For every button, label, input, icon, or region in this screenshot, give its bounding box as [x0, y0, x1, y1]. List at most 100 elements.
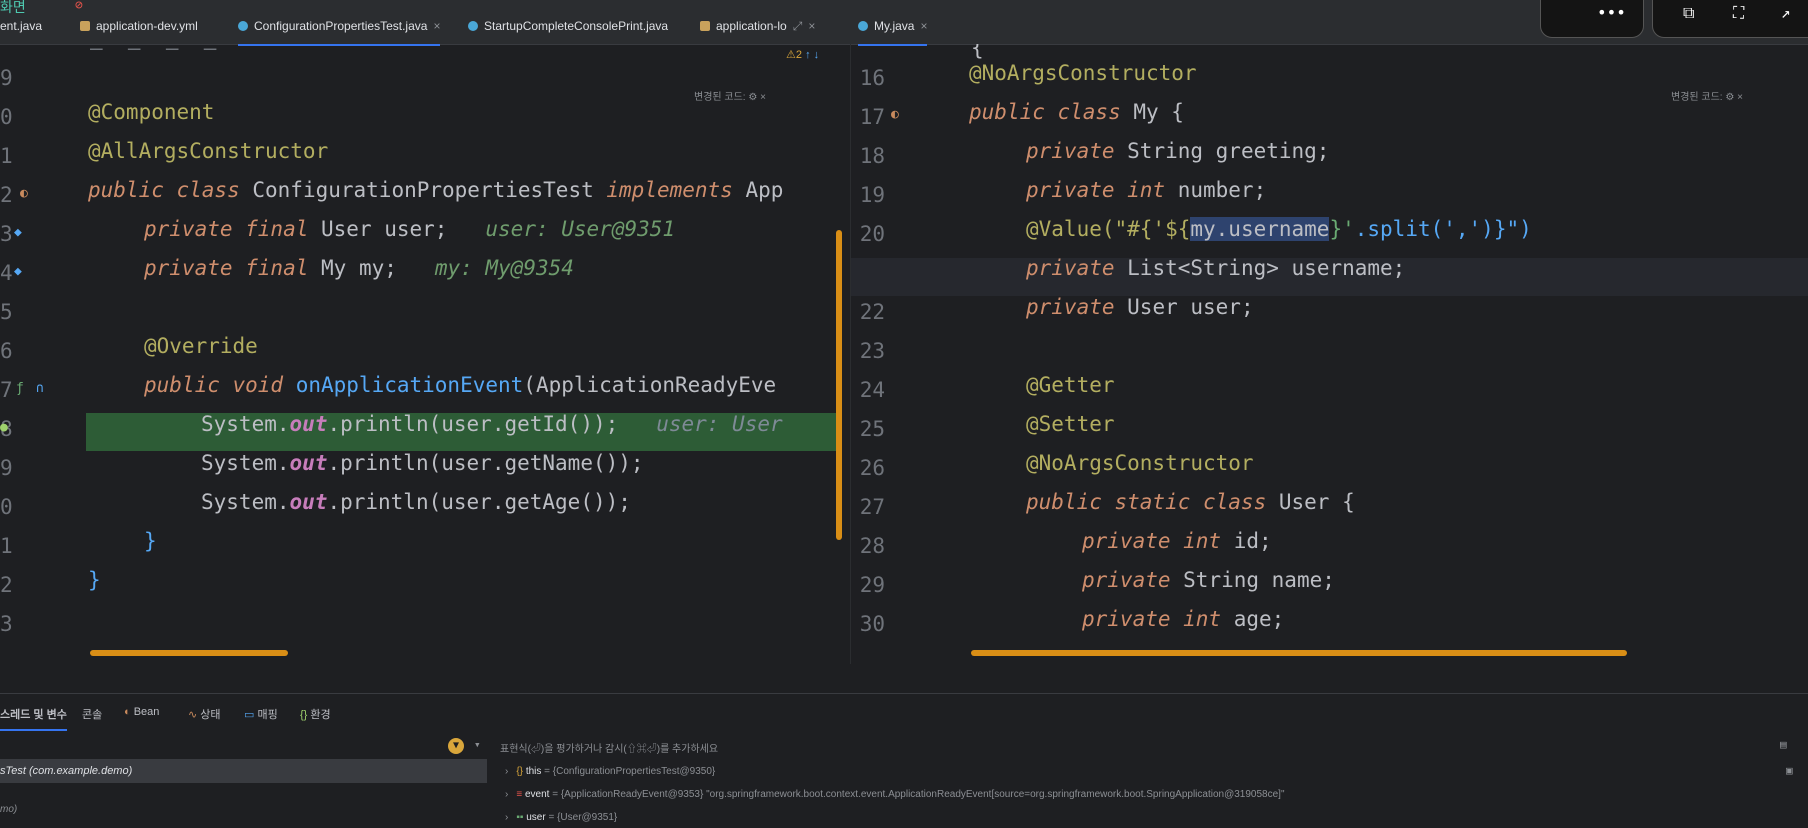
injection-icon[interactable]: ◆ — [14, 264, 22, 279]
code-line: public class ConfigurationPropertiesTest… — [88, 178, 784, 202]
filter-icon[interactable]: ▼ — [448, 738, 464, 754]
more-icon: ••• — [1597, 3, 1626, 22]
tab-mapping[interactable]: ▭ 매핑 — [244, 706, 278, 722]
code-line: @Override — [144, 334, 258, 358]
editor-tab-bar: 화면 ⊘ ent.java application-dev.yml Config… — [0, 0, 1808, 46]
bean-icon[interactable]: ◐ — [891, 107, 899, 122]
dropdown-icon[interactable]: ▾ — [474, 738, 481, 751]
code-line: @Value("#{'${my.username}'.split(',')}") — [1026, 217, 1532, 241]
override-icon[interactable]: ƒ — [16, 381, 24, 396]
line-number: 22 — [859, 300, 885, 324]
env-icon: {} — [300, 709, 308, 721]
tab-label: ConfigurationPropertiesTest.java — [254, 19, 428, 33]
line-number: 2 — [0, 573, 13, 597]
pin-icon[interactable]: ▣ — [1786, 764, 1793, 777]
line-number: 26 — [859, 456, 885, 480]
close-icon[interactable]: × — [920, 19, 927, 33]
thread-frame-item[interactable]: mo) — [0, 804, 17, 815]
tab-label: My.java — [874, 19, 915, 33]
expression-input[interactable]: 표현식(⏎)을 평가하거나 감시(⇧⌘⏎)를 추가하세요 — [500, 740, 718, 755]
code-line: } — [144, 529, 157, 553]
right-editor[interactable]: { 변경된 코드: ⚙ × 16 17 18 19 20 21 22 23 24… — [851, 44, 1808, 664]
chevron-right-icon[interactable]: › — [505, 789, 508, 800]
line-number: 7 — [0, 378, 13, 402]
vertical-scrollbar[interactable] — [836, 230, 842, 540]
code-line: private List<String> username; — [1026, 256, 1406, 280]
thread-frame-item[interactable]: sTest (com.example.demo) — [0, 759, 487, 783]
breakpoint-check-icon[interactable]: ● — [0, 420, 8, 435]
line-number: 0 — [0, 105, 13, 129]
yml-file-icon — [700, 21, 710, 31]
line-number: 29 — [859, 573, 885, 597]
tab-my-java[interactable]: My.java × — [858, 0, 928, 46]
close-icon[interactable]: × — [1737, 92, 1743, 103]
line-number: 5 — [0, 300, 13, 324]
variable-row[interactable]: ›{} this = {ConfigurationPropertiesTest@… — [505, 766, 715, 777]
settings-icon[interactable]: ⚙ — [748, 92, 757, 103]
chevron-right-icon[interactable]: › — [505, 812, 508, 823]
code-line: private final User user; user: User@9351 — [144, 217, 676, 241]
listener-icon[interactable]: ∩ — [36, 381, 44, 396]
code-line: public void onApplicationEvent(Applicati… — [144, 373, 777, 397]
line-number: 9 — [0, 66, 13, 90]
line-number: 18 — [859, 144, 885, 168]
line-number: 27 — [859, 495, 885, 519]
left-editor[interactable]: — — — — ⚠2 ↑ ↓ 변경된 코드: ⚙ × 9 0 1 2 3 4 5… — [0, 44, 850, 664]
code-line: @AllArgsConstructor — [88, 139, 329, 163]
tab-environment[interactable]: {} 환경 — [300, 706, 331, 722]
java-file-icon — [858, 21, 868, 31]
tab-label: ent.java — [0, 19, 43, 33]
warning-indicator[interactable]: ⚠2 ↑ ↓ — [786, 48, 819, 61]
line-number: 17 — [859, 105, 885, 129]
tab-ent-java[interactable]: ent.java — [0, 0, 42, 44]
code-line: private String name; — [1082, 568, 1335, 592]
window-controls[interactable]: ⧉ ⛶ ↗ — [1652, 0, 1808, 38]
tab-application-dev-yml[interactable]: application-dev.yml — [80, 0, 198, 44]
close-icon[interactable]: × — [433, 19, 440, 33]
expand-icon[interactable]: ⤢ — [793, 19, 803, 33]
horizontal-scrollbar[interactable] — [971, 650, 1627, 656]
arrow-icon[interactable]: ↗ — [1781, 3, 1791, 22]
bean-icon: ◐ — [124, 706, 131, 718]
code-line: public static class User { — [1026, 490, 1355, 514]
tab-console[interactable]: 콘솔 — [82, 706, 102, 722]
variable-row[interactable]: › ≡ event = {ApplicationReadyEvent@9353} … — [505, 789, 1285, 800]
tab-label: StartupCompleteConsolePrint.java — [484, 19, 669, 33]
mapping-icon: ▭ — [244, 709, 255, 721]
tab-label: application-dev.yml — [96, 19, 198, 33]
field-icon: ≡ — [516, 789, 523, 800]
java-file-icon — [238, 21, 248, 31]
tab-application-lo[interactable]: application-lo ⤢ × — [700, 0, 815, 44]
code-line: private int number; — [1026, 178, 1267, 202]
code-line: private User user; — [1026, 295, 1254, 319]
more-button[interactable]: ••• — [1540, 0, 1644, 38]
close-icon[interactable]: × — [808, 19, 815, 33]
chevron-right-icon[interactable]: › — [505, 766, 508, 777]
java-file-icon — [468, 21, 478, 31]
pip-icon[interactable]: ⧉ — [1683, 3, 1694, 23]
line-number: 25 — [859, 417, 885, 441]
line-number: 4 — [0, 261, 13, 285]
settings-icon[interactable]: ⚙ — [1725, 92, 1734, 103]
code-line: private int id; — [1082, 529, 1272, 553]
injection-icon[interactable]: ◆ — [14, 225, 22, 240]
tab-threads-variables[interactable]: 스레드 및 변수 — [0, 706, 67, 731]
tab-label: application-lo — [716, 19, 787, 33]
yml-file-icon — [80, 21, 90, 31]
code-line: System.out.println(user.getId()); user: … — [201, 412, 783, 436]
tab-startupcompleteconsoleprint-java[interactable]: StartupCompleteConsolePrint.java — [468, 0, 668, 44]
tab-bean[interactable]: ◐ Bean — [124, 706, 159, 718]
code-line: @Setter — [1026, 412, 1115, 436]
variable-row[interactable]: › ▪▪ user = {User@9351} — [505, 812, 617, 823]
fullscreen-icon[interactable]: ⛶ — [1733, 3, 1744, 23]
status-icon: ∿ — [188, 709, 198, 721]
close-icon[interactable]: × — [760, 92, 766, 103]
code-line: } — [88, 568, 101, 592]
tab-configurationpropertiestest-java[interactable]: ConfigurationPropertiesTest.java × — [238, 0, 441, 46]
code-line: @Component — [88, 100, 215, 124]
line-number: 23 — [859, 339, 885, 363]
layout-icon[interactable]: ▤ — [1780, 738, 1787, 751]
tab-status[interactable]: ∿ 상태 — [188, 706, 221, 722]
horizontal-scrollbar[interactable] — [90, 650, 288, 656]
bean-icon[interactable]: ◐ — [20, 186, 28, 201]
